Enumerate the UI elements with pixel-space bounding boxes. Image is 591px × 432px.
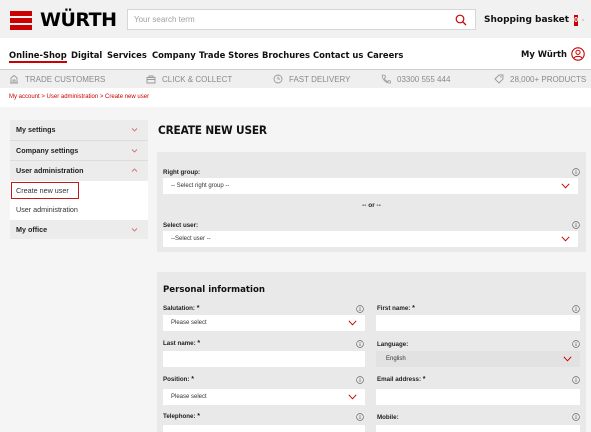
info-icon[interactable] xyxy=(572,376,580,384)
last-name-label: Last name: * xyxy=(163,340,201,347)
click-collect-icon xyxy=(146,75,156,84)
usp-bar: TRADE CUSTOMERS CLICK & COLLECT FAST DEL… xyxy=(0,70,591,88)
right-group-select[interactable]: -- Select right group -- xyxy=(163,178,578,194)
nav-online-shop[interactable]: Online-Shop xyxy=(9,50,67,63)
shopping-basket[interactable]: Shopping basket 0 xyxy=(484,12,584,28)
info-icon[interactable] xyxy=(572,221,580,229)
personal-information-panel: Personal information Salutation: * Pleas… xyxy=(157,272,586,432)
info-icon[interactable] xyxy=(572,305,580,313)
nav-contact-us[interactable]: Contact us xyxy=(313,50,363,60)
clock-icon xyxy=(273,74,283,84)
info-icon[interactable] xyxy=(356,305,364,313)
sidebar-item-my-settings[interactable]: My settings xyxy=(10,120,148,140)
chevron-down-icon xyxy=(348,320,357,326)
right-group-label: Right group: xyxy=(163,169,201,176)
chevron-down-icon xyxy=(131,227,138,232)
or-divider: -- or -- xyxy=(362,202,381,209)
breadcrumb[interactable]: My account > User administration > Creat… xyxy=(9,94,149,100)
nav-company[interactable]: Company xyxy=(152,50,196,60)
my-wurth-account[interactable]: My Würth xyxy=(521,47,585,61)
sidebar-item-create-new-user[interactable]: Create new user xyxy=(10,180,80,200)
select-user-select[interactable]: --Select user -- xyxy=(163,231,578,247)
tag-icon xyxy=(494,74,504,84)
info-icon[interactable] xyxy=(572,340,580,348)
brand-name: WÜRTH xyxy=(40,8,117,31)
salutation-select[interactable]: Please select xyxy=(163,315,365,331)
wurth-logo-icon xyxy=(10,10,32,30)
telephone-input[interactable] xyxy=(163,425,365,432)
user-icon[interactable] xyxy=(571,47,585,61)
section-title-personal: Personal information xyxy=(163,285,266,295)
first-name-label: First name: * xyxy=(377,305,415,312)
nav-services[interactable]: Services xyxy=(107,50,147,60)
usp-click-collect: CLICK & COLLECT xyxy=(146,74,232,84)
usp-fast-delivery: FAST DELIVERY xyxy=(273,74,351,84)
chevron-down-icon xyxy=(563,356,572,362)
chevron-up-icon xyxy=(131,168,138,172)
main-nav: Online-Shop Digital Services Company Tra… xyxy=(0,44,591,68)
nav-careers[interactable]: Careers xyxy=(367,50,403,60)
position-label: Position: * xyxy=(163,376,194,383)
search-icon[interactable] xyxy=(455,14,467,26)
sidebar-item-my-office[interactable]: My office xyxy=(10,220,148,240)
info-icon[interactable] xyxy=(356,413,364,421)
chevron-down-icon xyxy=(561,236,570,242)
basket-label: Shopping basket xyxy=(484,15,570,25)
telephone-label: Telephone: * xyxy=(163,413,201,420)
chevron-down-icon xyxy=(348,394,357,400)
wurth-logo[interactable]: WÜRTH xyxy=(10,8,122,31)
mobile-input[interactable] xyxy=(376,425,580,432)
salutation-label: Salutation: * xyxy=(163,305,200,312)
chevron-down-icon xyxy=(131,128,138,132)
sidebar-item-user-administration[interactable]: User administration xyxy=(10,161,148,181)
sidebar-item-user-administration-list[interactable]: User administration xyxy=(10,200,148,220)
basket-count-badge: 0 xyxy=(574,14,578,26)
language-select[interactable]: English xyxy=(376,351,580,367)
usp-trade-customers: TRADE CUSTOMERS xyxy=(9,74,105,84)
nav-trade-stores[interactable]: Trade Stores xyxy=(199,50,259,60)
last-name-input[interactable] xyxy=(163,351,365,367)
phone-icon xyxy=(381,74,391,84)
search-bar xyxy=(127,9,476,30)
chevron-down-icon xyxy=(131,148,138,153)
sidebar-subitem-row: Create new user xyxy=(10,180,148,200)
sidebar-item-company-settings[interactable]: Company settings xyxy=(10,141,148,161)
select-user-label: Select user: xyxy=(163,222,199,229)
position-select[interactable]: Please select xyxy=(163,389,365,405)
usp-phone[interactable]: 03300 555 444 xyxy=(381,74,450,84)
info-icon[interactable] xyxy=(572,413,580,421)
info-icon[interactable] xyxy=(356,376,364,384)
header: WÜRTH Shopping basket 0 xyxy=(0,0,591,38)
info-icon[interactable] xyxy=(572,168,580,176)
my-wurth-label: My Würth xyxy=(520,49,567,59)
mobile-label: Mobile: xyxy=(377,414,399,421)
email-input[interactable] xyxy=(376,389,580,405)
nav-digital[interactable]: Digital xyxy=(71,50,102,60)
search-input[interactable] xyxy=(128,10,448,29)
email-label: Email address: * xyxy=(377,376,426,383)
info-icon[interactable] xyxy=(356,340,364,348)
trade-customers-icon xyxy=(10,74,18,84)
language-label: Language: xyxy=(377,341,409,348)
account-sidebar: My settings Company settings User admini… xyxy=(10,120,148,239)
chevron-down-icon xyxy=(561,183,570,189)
cart-icon[interactable] xyxy=(582,13,584,27)
page-title: CREATE NEW USER xyxy=(158,123,267,137)
first-name-input[interactable] xyxy=(376,315,580,331)
rights-panel: Right group: -- Select right group -- --… xyxy=(157,152,586,252)
usp-products: 28,000+ PRODUCTS xyxy=(494,74,586,84)
nav-brochures[interactable]: Brochures xyxy=(262,50,310,60)
